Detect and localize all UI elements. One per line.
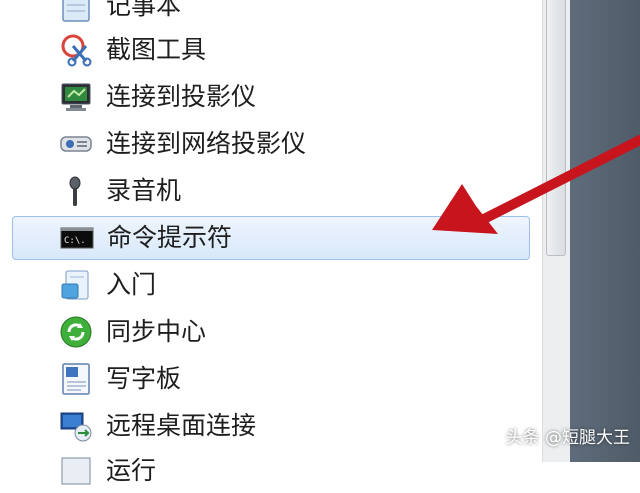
menu-item-snipping-tool[interactable]: 截图工具 xyxy=(12,28,530,72)
menu-item-run[interactable]: 运行 xyxy=(12,449,530,493)
menu-item-label: 运行 xyxy=(106,456,157,485)
menu-item-label: 同步中心 xyxy=(106,317,207,346)
menu-item-sound-recorder[interactable]: 录音机 xyxy=(12,169,530,213)
menu-item-label: 连接到投影仪 xyxy=(106,82,257,111)
microphone-icon xyxy=(58,173,94,209)
menu-item-connect-projector[interactable]: 连接到投影仪 xyxy=(12,75,530,119)
menu-item-remote-desktop[interactable]: 远程桌面连接 xyxy=(12,404,530,448)
command-prompt-icon: C:\. xyxy=(59,220,95,256)
menu-item-wordpad[interactable]: 写字板 xyxy=(12,357,530,401)
menu-item-notepad[interactable]: 记事本 xyxy=(12,0,530,28)
network-projector-icon xyxy=(58,126,94,162)
menu-item-label: 命令提示符 xyxy=(107,223,233,252)
snipping-tool-icon xyxy=(58,32,94,68)
menu-item-label: 录音机 xyxy=(106,176,182,205)
run-icon xyxy=(58,453,94,489)
command-prompt-icon-text: C:\. xyxy=(64,236,86,246)
menu-item-label: 入门 xyxy=(106,270,157,299)
getting-started-icon xyxy=(58,267,94,303)
menu-item-label: 截图工具 xyxy=(106,35,207,64)
projector-monitor-icon xyxy=(58,79,94,115)
remote-desktop-icon xyxy=(58,408,94,444)
menu-item-getting-started[interactable]: 入门 xyxy=(12,263,530,307)
watermark: 头条 @短腿大王 xyxy=(505,428,630,448)
start-menu-right-pane xyxy=(570,0,640,462)
notepad-icon xyxy=(58,0,94,24)
menu-item-sync-center[interactable]: 同步中心 xyxy=(12,310,530,354)
menu-item-label: 远程桌面连接 xyxy=(106,411,257,440)
menu-item-connect-network-projector[interactable]: 连接到网络投影仪 xyxy=(12,122,530,166)
menu-item-label: 写字板 xyxy=(106,364,182,393)
scrollbar-thumb[interactable] xyxy=(546,0,566,256)
menu-item-label: 连接到网络投影仪 xyxy=(106,129,307,158)
start-menu-programs-list: 记事本 截图工具 连接到投影仪 连接到网络投影仪 录音机 C:\. 命令提示符 … xyxy=(0,0,542,485)
menu-item-label: 记事本 xyxy=(106,0,182,20)
menu-item-command-prompt[interactable]: C:\. 命令提示符 xyxy=(12,216,530,260)
vertical-scrollbar[interactable] xyxy=(542,0,570,462)
wordpad-icon xyxy=(58,361,94,397)
sync-center-icon xyxy=(58,314,94,350)
